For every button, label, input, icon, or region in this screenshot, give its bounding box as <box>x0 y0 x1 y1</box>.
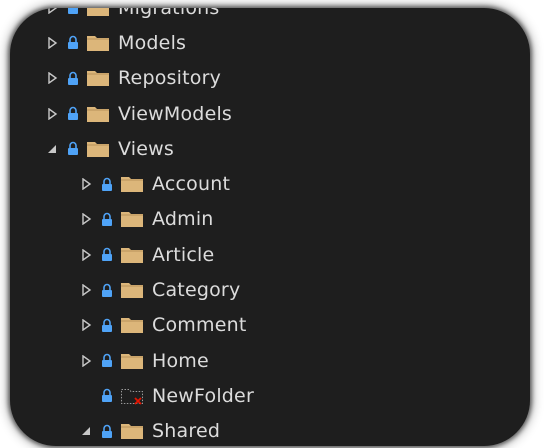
triangle-right-icon[interactable] <box>78 247 94 263</box>
triangle-right-icon[interactable] <box>44 70 60 86</box>
padlock-icon <box>100 247 114 263</box>
tree-row-admin[interactable]: Admin <box>10 202 530 237</box>
tree-item-label: Account <box>152 173 231 196</box>
padlock-icon <box>66 141 80 157</box>
folder-icon <box>120 352 144 370</box>
triangle-down-icon[interactable] <box>78 423 94 439</box>
tree-row-migrations[interactable]: Migrations <box>10 8 530 25</box>
tree-item-label: Admin <box>152 208 214 231</box>
tree-item-label: Views <box>118 137 174 160</box>
triangle-right-icon[interactable] <box>44 35 60 51</box>
padlock-icon <box>100 353 114 369</box>
padlock-icon <box>100 176 114 192</box>
folder-icon <box>86 8 110 17</box>
padlock-icon <box>66 70 80 86</box>
solution-explorer-panel: Migrations Models Repository <box>10 8 530 446</box>
tree-item-label: NewFolder <box>152 384 254 407</box>
folder-icon <box>86 34 110 52</box>
tree-row-viewmodels[interactable]: ViewModels <box>10 96 530 131</box>
triangle-down-icon[interactable] <box>44 141 60 157</box>
triangle-right-icon[interactable] <box>44 106 60 122</box>
folder-icon <box>120 281 144 299</box>
tree-item-label: Category <box>152 279 241 302</box>
tree-item-label: Models <box>118 31 187 54</box>
tree-row-account[interactable]: Account <box>10 166 530 201</box>
tree-row-repository[interactable]: Repository <box>10 61 530 96</box>
tree-row-views[interactable]: Views <box>10 131 530 166</box>
folder-icon <box>120 175 144 193</box>
tree-item-label: Comment <box>152 314 247 337</box>
padlock-icon <box>66 106 80 122</box>
folder-icon <box>86 69 110 87</box>
tree-row-home[interactable]: Home <box>10 343 530 378</box>
triangle-right-icon[interactable] <box>78 211 94 227</box>
folder-icon <box>120 422 144 440</box>
folder-icon <box>86 140 110 158</box>
excluded-folder-icon <box>120 387 144 405</box>
tree-item-label: Shared <box>152 420 221 443</box>
tree-row-article[interactable]: Article <box>10 237 530 272</box>
folder-icon <box>86 105 110 123</box>
triangle-right-icon[interactable] <box>78 176 94 192</box>
padlock-icon <box>66 35 80 51</box>
folder-icon <box>120 316 144 334</box>
folder-icon <box>120 210 144 228</box>
padlock-icon <box>100 423 114 439</box>
tree-item-label: Migrations <box>118 8 219 19</box>
padlock-icon <box>100 388 114 404</box>
tree-item-label: Repository <box>118 67 222 90</box>
file-tree: Migrations Models Repository <box>10 8 530 446</box>
triangle-right-icon[interactable] <box>78 282 94 298</box>
tree-item-label: ViewModels <box>118 102 233 125</box>
tree-row-models[interactable]: Models <box>10 25 530 60</box>
folder-icon <box>120 246 144 264</box>
tree-row-shared[interactable]: Shared <box>10 414 530 446</box>
padlock-icon <box>100 211 114 227</box>
tree-item-label: Home <box>152 349 209 372</box>
tree-row-newfolder[interactable]: NewFolder <box>10 378 530 413</box>
padlock-icon <box>100 282 114 298</box>
tree-row-comment[interactable]: Comment <box>10 308 530 343</box>
triangle-right-icon[interactable] <box>78 317 94 333</box>
triangle-right-icon[interactable] <box>78 353 94 369</box>
tree-item-label: Article <box>152 243 215 266</box>
tree-row-category[interactable]: Category <box>10 272 530 307</box>
padlock-icon <box>66 8 80 16</box>
triangle-right-icon[interactable] <box>44 8 60 16</box>
padlock-icon <box>100 317 114 333</box>
